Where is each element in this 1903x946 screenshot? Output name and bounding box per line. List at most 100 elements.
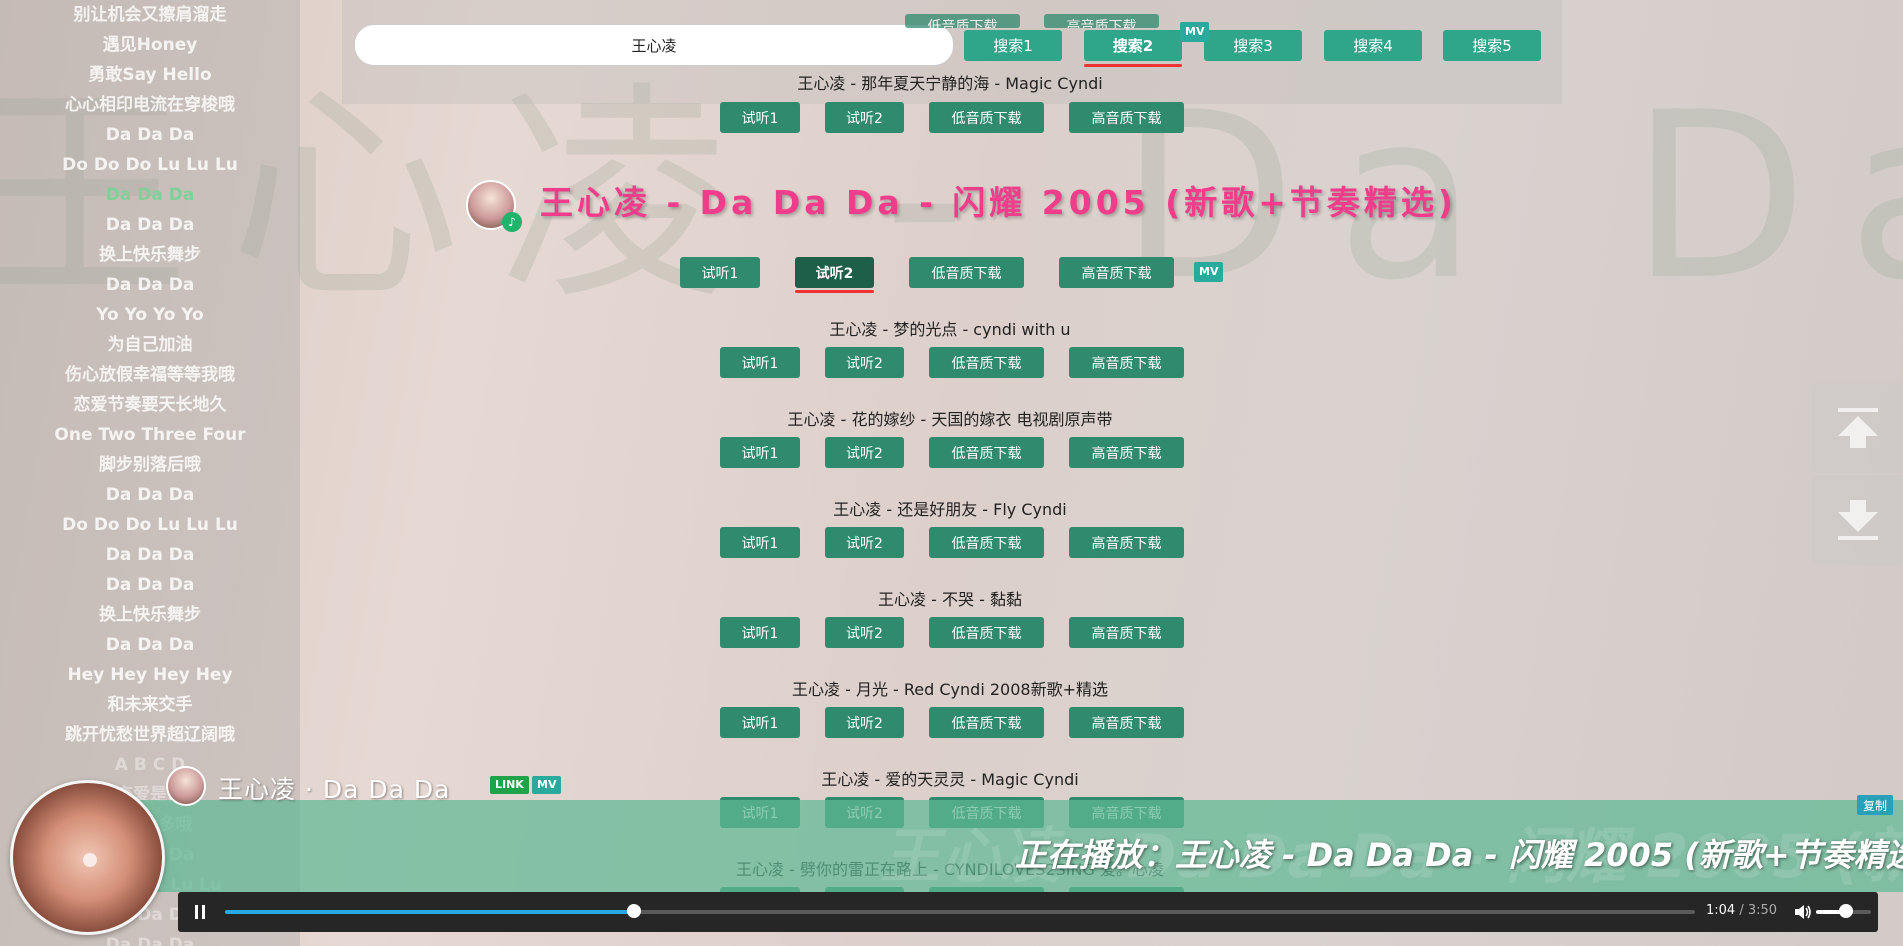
song-listen-1-button[interactable]: 试听1 xyxy=(720,617,800,648)
song-low-download-button[interactable]: 低音质下载 xyxy=(929,527,1044,558)
search-button-1[interactable]: 搜索1 xyxy=(964,30,1062,61)
song-title: 王心凌 - 梦的光点 - cyndi with u xyxy=(829,320,1071,339)
song-high-download-button[interactable]: 高音质下载 xyxy=(1069,437,1184,468)
lyric-line: 和未来交手 xyxy=(107,695,193,715)
song-listen-1-button[interactable]: 试听1 xyxy=(720,347,800,378)
song-low-download-button[interactable]: 低音质下载 xyxy=(929,347,1044,378)
top-song-mv-tag[interactable]: MV xyxy=(1180,22,1210,42)
lyric-line: Da Da Da xyxy=(105,575,195,595)
song-listen-1-button[interactable]: 试听1 xyxy=(720,437,800,468)
lyric-line: 换上快乐舞步 xyxy=(99,605,201,625)
copy-button[interactable]: 复制 xyxy=(1857,795,1894,815)
lyric-line: 恋爱节奏要天长地久 xyxy=(73,395,227,415)
song-low-download-button[interactable]: 低音质下载 xyxy=(929,102,1044,133)
volume-icon xyxy=(1795,905,1811,919)
song-low-download-button[interactable]: 低音质下载 xyxy=(929,617,1044,648)
search-button-4[interactable]: 搜索4 xyxy=(1324,30,1422,61)
top-song-high-download[interactable]: 高音质下载 xyxy=(1044,14,1159,28)
volume-knob[interactable] xyxy=(1839,904,1854,918)
song-listen-2-button[interactable]: 试听2 xyxy=(825,527,904,558)
lyric-line: Do Do Do Lu Lu Lu xyxy=(62,515,238,535)
disc-hole xyxy=(83,853,97,867)
arrow-up-icon xyxy=(1837,408,1878,448)
song-listen-2-button[interactable]: 试听2 xyxy=(825,437,904,468)
pause-icon xyxy=(195,905,205,919)
lyric-line: Do Do Do Lu Lu Lu xyxy=(62,155,238,175)
lyric-line: 换上快乐舞步 xyxy=(99,245,201,265)
volume-button[interactable] xyxy=(1793,902,1813,922)
song-title: 王心凌 - 花的嫁纱 - 天国的嫁衣 电视剧原声带 xyxy=(787,410,1113,429)
song-low-download-button[interactable]: 低音质下载 xyxy=(929,707,1044,738)
song-listen-2-button[interactable]: 试听2 xyxy=(825,617,904,648)
lyric-line: Da Da Da xyxy=(105,185,195,205)
link-tag[interactable]: LINK xyxy=(490,776,529,794)
progress-bar[interactable] xyxy=(225,904,1695,918)
featured-high-download-button[interactable]: 高音质下载 xyxy=(1059,257,1174,288)
progress-fill xyxy=(225,910,634,914)
search-button-5[interactable]: 搜索5 xyxy=(1443,30,1541,61)
song-title: 王心凌 - 月光 - Red Cyndi 2008新歌+精选 xyxy=(792,680,1108,699)
player-controls: 1:04 / 3:50 xyxy=(178,892,1878,932)
featured-selected-underline xyxy=(795,290,874,293)
lyric-line: Da Da Da xyxy=(105,125,195,145)
player-mv-tag[interactable]: MV xyxy=(532,776,562,794)
song-title: 王心凌 - 还是好朋友 - Fly Cyndi xyxy=(833,500,1067,519)
song-title: 王心凌 - 那年夏天宁静的海 - Magic Cyndi xyxy=(797,74,1103,93)
lyric-line: 跳开忧愁世界超辽阔哦 xyxy=(65,725,235,745)
lyric-line: 勇敢Say Hello xyxy=(88,65,212,85)
lyric-line: 为自己加油 xyxy=(107,335,193,355)
featured-song-title: 王心凌 - Da Da Da - 闪耀 2005 (新歌+节奏精选) xyxy=(540,183,1457,222)
song-title: 王心凌 - 不哭 - 黏黏 xyxy=(878,590,1022,609)
player-avatar xyxy=(166,766,206,806)
song-high-download-button[interactable]: 高音质下载 xyxy=(1069,707,1184,738)
scroll-up-button[interactable] xyxy=(1812,383,1903,473)
song-title: 王心凌 - 爱的天灵灵 - Magic Cyndi xyxy=(821,770,1079,789)
song-high-download-button[interactable]: 高音质下载 xyxy=(1069,102,1184,133)
featured-low-download-button[interactable]: 低音质下载 xyxy=(909,257,1024,288)
song-low-download-button[interactable]: 低音质下载 xyxy=(929,437,1044,468)
song-high-download-button[interactable]: 高音质下载 xyxy=(1069,347,1184,378)
search-input[interactable] xyxy=(354,24,954,66)
song-listen-2-button[interactable]: 试听2 xyxy=(825,347,904,378)
progress-knob[interactable] xyxy=(626,904,641,918)
lyric-line: Hey Hey Hey Hey xyxy=(67,665,233,685)
lyric-line: Da Da Da xyxy=(105,485,195,505)
song-listen-1-button[interactable]: 试听1 xyxy=(720,527,800,558)
song-listen-2-button[interactable]: 试听2 xyxy=(825,102,904,133)
search-button-2[interactable]: 搜索2 xyxy=(1084,30,1182,61)
lyric-line: 遇见Honey xyxy=(102,35,198,55)
volume-slider[interactable] xyxy=(1816,904,1871,918)
song-high-download-button[interactable]: 高音质下载 xyxy=(1069,617,1184,648)
lyric-line: 脚步别落后哦 xyxy=(99,455,201,475)
lyric-line: 别让机会又擦肩溜走 xyxy=(73,5,227,25)
lyric-line: Da Da Da xyxy=(105,215,195,235)
featured-listen-1-button[interactable]: 试听1 xyxy=(680,257,760,288)
lyric-line: Yo Yo Yo Yo xyxy=(96,305,204,325)
lyric-line: Da Da Da xyxy=(105,635,195,655)
time-separator: / xyxy=(1739,903,1744,918)
duration: 3:50 xyxy=(1747,903,1778,918)
now-playing-text: 正在播放：王心凌 - Da Da Da - 闪耀 2005 (新歌+节奏精选) xyxy=(1015,836,1903,874)
player-song-name: 王心凌 · Da Da Da xyxy=(218,775,451,804)
lyric-line: Da Da Da xyxy=(105,935,195,946)
current-time: 1:04 xyxy=(1706,903,1736,918)
lyric-line: Da Da Da xyxy=(105,545,195,565)
time-display: 1:04 / 3:50 xyxy=(1706,903,1777,918)
arrow-down-icon xyxy=(1837,500,1878,540)
song-listen-1-button[interactable]: 试听1 xyxy=(720,102,800,133)
pause-button[interactable] xyxy=(190,902,210,922)
song-high-download-button[interactable]: 高音质下载 xyxy=(1069,527,1184,558)
top-song-low-download[interactable]: 低音质下载 xyxy=(905,14,1020,28)
song-listen-2-button[interactable]: 试听2 xyxy=(825,707,904,738)
lyric-line: 伤心放假幸福等等我哦 xyxy=(65,365,235,385)
search-button-3[interactable]: 搜索3 xyxy=(1204,30,1302,61)
lyric-line: One Two Three Four xyxy=(54,425,246,445)
featured-mv-tag[interactable]: MV xyxy=(1194,262,1224,282)
selected-search-underline xyxy=(1084,64,1182,67)
lyric-line: 心心相印电流在穿梭哦 xyxy=(65,95,235,115)
album-disc[interactable] xyxy=(10,780,165,935)
music-note-icon: ♪ xyxy=(502,212,522,232)
featured-listen-2-button[interactable]: 试听2 xyxy=(795,257,874,288)
scroll-down-button[interactable] xyxy=(1812,475,1903,565)
song-listen-1-button[interactable]: 试听1 xyxy=(720,707,800,738)
